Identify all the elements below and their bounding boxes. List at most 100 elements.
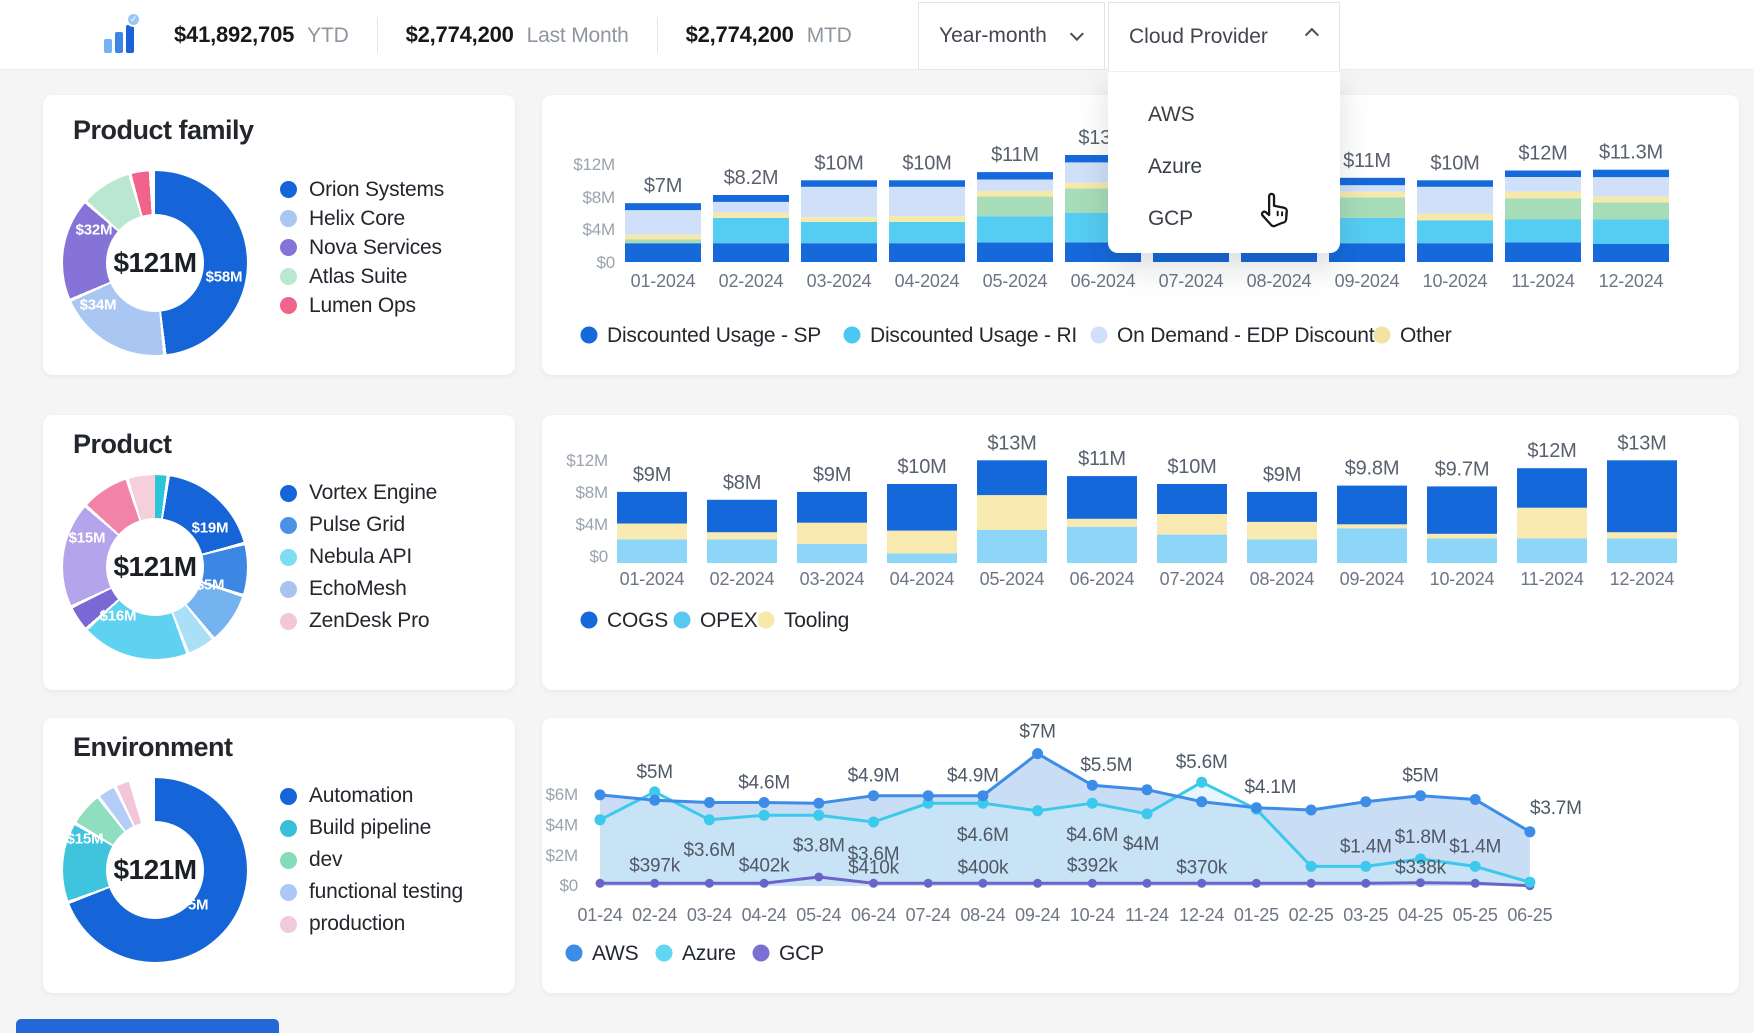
legend-dot-icon <box>280 788 297 805</box>
bar-segment <box>1247 492 1317 522</box>
bar-segment <box>1505 242 1581 262</box>
year-month-dropdown[interactable]: Year-month <box>918 2 1105 70</box>
bar-total-label: $9M <box>813 464 851 486</box>
data-point <box>704 814 715 825</box>
cost-stacked-bar-chart[interactable]: $12M$8M$4M$0$9M01-2024$8M02-2024$9M03-20… <box>542 415 1739 690</box>
point-value-label: $5M <box>637 762 673 783</box>
bar-segment <box>889 222 965 243</box>
provider-line-chart[interactable]: $6M$4M$2M$0$5M$3.6M$4.6M$3.8M$4.9M$3.6M$… <box>542 718 1739 993</box>
menu-item-aws[interactable]: AWS <box>1108 89 1340 141</box>
bar-segment <box>617 492 687 524</box>
donut-slice-label: $58M <box>206 269 243 286</box>
data-point <box>978 879 987 888</box>
legend-item: ZenDesk Pro <box>280 605 437 637</box>
data-point <box>649 795 660 806</box>
legend-dot-icon <box>280 916 297 933</box>
cost-chart-card: $12M$8M$4M$0$9M01-2024$8M02-2024$9M03-20… <box>542 415 1739 690</box>
bar-segment <box>707 539 777 563</box>
legend-dot-icon <box>758 612 775 629</box>
bar-segment <box>889 216 965 222</box>
bar-segment <box>977 495 1047 530</box>
bar-segment <box>1337 528 1407 563</box>
bar-segment <box>1517 468 1587 508</box>
card-title: Environment <box>73 732 233 763</box>
data-point <box>650 879 659 888</box>
legend-dot-icon <box>280 181 297 198</box>
bar-total-label: $12M <box>1518 143 1567 165</box>
point-value-label: $392k <box>1067 855 1118 876</box>
bar-total-label: $10M <box>1167 456 1216 478</box>
product-family-donut-chart[interactable]: $121M <box>63 171 247 355</box>
legend-dot-icon <box>1374 327 1391 344</box>
hand-cursor-icon <box>1256 184 1298 230</box>
bar-segment <box>1593 177 1669 197</box>
data-point <box>1360 796 1371 807</box>
data-point <box>596 879 605 888</box>
point-value-label: $370k <box>1176 857 1227 878</box>
svg-text:$4M: $4M <box>583 220 615 239</box>
divider <box>377 17 378 53</box>
legend-label: Nebula API <box>309 545 412 569</box>
svg-text:$4M: $4M <box>546 816 578 835</box>
legend-label: Other <box>1400 324 1452 347</box>
mtd-stat: $2,774,200 MTD <box>686 22 852 48</box>
dashboard-page: ✓ $41,892,705 YTD $2,774,200 Last Month … <box>0 0 1754 1033</box>
data-point <box>1088 879 1097 888</box>
legend-label: ZenDesk Pro <box>309 609 429 633</box>
card-title: Product <box>73 429 172 460</box>
x-axis-label: 11-24 <box>1125 905 1169 925</box>
product-donut-chart[interactable]: $121M <box>63 475 247 659</box>
x-axis-label: 05-25 <box>1453 905 1498 925</box>
product-family-card: Product family $121M Orion SystemsHelix … <box>43 95 515 375</box>
x-axis-label: 06-2024 <box>1070 569 1135 589</box>
bar-total-label: $11.3M <box>1599 142 1663 164</box>
data-point <box>1470 861 1481 872</box>
point-value-label: $3.8M <box>793 835 845 856</box>
data-point <box>1416 878 1425 887</box>
x-axis-label: 03-24 <box>687 905 732 925</box>
data-point <box>595 789 606 800</box>
legend-dot-icon <box>280 613 297 630</box>
menu-item-gcp[interactable]: GCP <box>1108 193 1340 245</box>
data-point <box>1143 879 1152 888</box>
bar-segment <box>707 500 777 532</box>
legend-dot-icon <box>280 884 297 901</box>
legend-label: Build pipeline <box>309 816 431 840</box>
legend-label: Nova Services <box>309 236 442 260</box>
x-axis-label: 02-2024 <box>719 271 784 291</box>
bar-segment <box>1337 486 1407 525</box>
chevron-up-icon <box>1305 28 1319 42</box>
bar-segment <box>887 531 957 554</box>
bar-segment <box>1505 198 1581 219</box>
bar-segment <box>1417 214 1493 221</box>
legend-dot-icon <box>280 485 297 502</box>
legend-dot-icon <box>280 820 297 837</box>
point-value-label: $4.6M <box>1066 825 1118 846</box>
bar-segment <box>1505 192 1581 199</box>
legend-dot-icon <box>1091 327 1108 344</box>
x-axis-label: 12-2024 <box>1610 569 1675 589</box>
bar-segment <box>617 539 687 563</box>
bar-segment <box>1157 514 1227 535</box>
ytd-stat-value: $41,892,705 <box>174 22 294 48</box>
legend-item: functional testing <box>280 876 463 908</box>
svg-text:$0: $0 <box>596 253 615 272</box>
bar-segment <box>977 460 1047 495</box>
data-point <box>595 814 606 825</box>
point-value-label: $397k <box>629 855 680 876</box>
legend-label: OPEX <box>700 609 758 632</box>
data-point <box>868 790 879 801</box>
menu-item-azure[interactable]: Azure <box>1108 141 1340 193</box>
cloud-provider-dropdown-button[interactable]: Cloud Provider <box>1108 2 1340 71</box>
x-axis-label: 06-24 <box>851 905 896 925</box>
data-point <box>813 810 824 821</box>
bar-segment <box>1067 476 1137 519</box>
bar-segment <box>1157 484 1227 514</box>
environment-donut-chart[interactable]: $121M <box>63 778 247 962</box>
data-point <box>1524 877 1535 888</box>
bar-segment <box>1427 534 1497 539</box>
bar-segment <box>801 243 877 262</box>
bar-segment <box>887 554 957 564</box>
bar-total-label: $13M <box>987 432 1036 454</box>
bar-segment <box>1593 220 1669 245</box>
